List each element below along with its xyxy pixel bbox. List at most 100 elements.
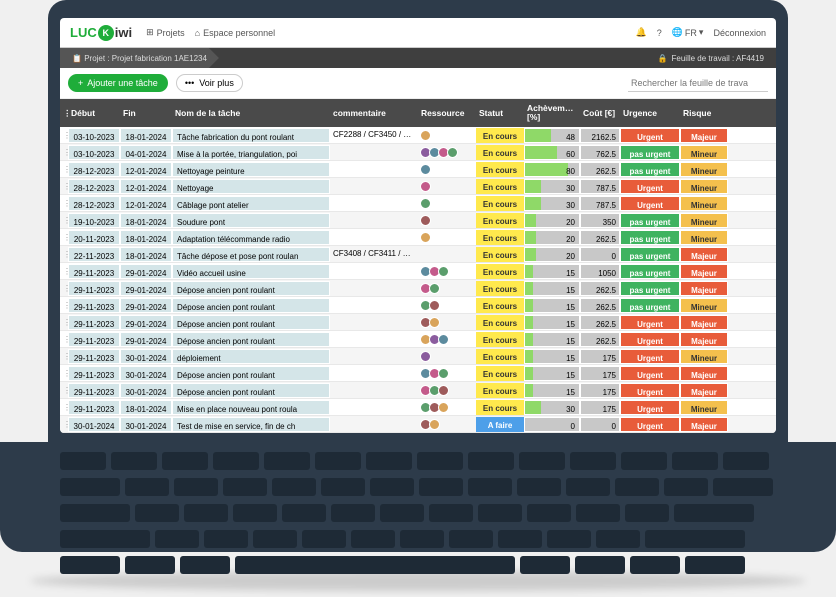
search-input[interactable] [628,75,768,92]
cell-fin[interactable]: 30-01-2024 [120,349,172,364]
cell-risk[interactable]: Majeur [680,383,728,398]
cell-debut[interactable]: 29-11-2023 [68,281,120,296]
cell-cost[interactable]: 262.5 [580,230,620,245]
cell-resource[interactable] [418,266,476,277]
cell-resource[interactable] [418,368,476,379]
cell-achievement[interactable]: 80 [524,162,580,177]
table-row[interactable]: ⋮29-11-202330-01-2024Dépose ancien pont … [60,365,776,382]
grip-icon[interactable]: ⋮ [60,180,68,193]
cell-urgency[interactable]: Urgent [620,349,680,364]
cell-comm[interactable] [330,145,418,160]
table-row[interactable]: ⋮29-11-202329-01-2024Dépose ancien pont … [60,331,776,348]
cell-risk[interactable]: Majeur [680,128,728,143]
cell-risk[interactable]: Majeur [680,332,728,347]
grip-icon[interactable]: ⋮ [60,367,68,380]
cell-urgency[interactable]: pas urgent [620,213,680,228]
cell-comm[interactable] [330,349,418,364]
cell-risk[interactable]: Mineur [680,213,728,228]
cell-urgency[interactable]: Urgent [620,400,680,415]
cell-comm[interactable] [330,383,418,398]
grip-icon[interactable]: ⋮ [60,163,68,176]
cell-debut[interactable]: 29-11-2023 [68,383,120,398]
cell-nom[interactable]: Câblage pont atelier [172,196,330,211]
cell-fin[interactable]: 18-01-2024 [120,213,172,228]
col-debut[interactable]: Début [68,106,120,120]
cell-risk[interactable]: Mineur [680,162,728,177]
grip-icon[interactable]: ⋮ [60,333,68,346]
cell-debut[interactable]: 28-12-2023 [68,196,120,211]
cell-comm[interactable] [330,332,418,347]
cell-cost[interactable]: 262.5 [580,281,620,296]
cell-fin[interactable]: 29-01-2024 [120,264,172,279]
cell-debut[interactable]: 30-01-2024 [68,417,120,432]
cell-status[interactable]: En cours [476,162,524,177]
table-row[interactable]: ⋮29-11-202330-01-2024Dépose ancien pont … [60,382,776,399]
cell-debut[interactable]: 29-11-2023 [68,264,120,279]
cell-fin[interactable]: 18-01-2024 [120,400,172,415]
table-row[interactable]: ⋮29-11-202318-01-2024Mise en place nouve… [60,399,776,416]
cell-achievement[interactable]: 15 [524,281,580,296]
nav-personal[interactable]: ⌂ Espace personnel [195,27,276,38]
cell-achievement[interactable]: 15 [524,264,580,279]
cell-debut[interactable]: 03-10-2023 [68,145,120,160]
cell-debut[interactable]: 20-11-2023 [68,230,120,245]
cell-comm[interactable] [330,417,418,432]
grip-icon[interactable]: ⋮ [60,197,68,210]
cell-fin[interactable]: 12-01-2024 [120,196,172,211]
cell-comm[interactable] [330,315,418,330]
cell-nom[interactable]: Dépose ancien pont roulant [172,332,330,347]
table-row[interactable]: ⋮29-11-202329-01-2024Dépose ancien pont … [60,297,776,314]
logo[interactable]: LUC K iwi [70,25,132,41]
cell-achievement[interactable]: 20 [524,247,580,262]
cell-status[interactable]: En cours [476,349,524,364]
cell-status[interactable]: En cours [476,281,524,296]
cell-resource[interactable] [418,317,476,328]
cell-urgency[interactable]: Urgent [620,383,680,398]
cell-risk[interactable]: Mineur [680,179,728,194]
cell-status[interactable]: En cours [476,179,524,194]
grip-icon[interactable]: ⋮ [60,418,68,431]
cell-comm[interactable] [330,230,418,245]
cell-risk[interactable]: Majeur [680,264,728,279]
more-button[interactable]: ••• Voir plus [176,74,243,92]
cell-risk[interactable]: Mineur [680,145,728,160]
cell-risk[interactable]: Majeur [680,366,728,381]
cell-nom[interactable]: Dépose ancien pont roulant [172,383,330,398]
cell-comm[interactable] [330,366,418,381]
cell-comm[interactable] [330,196,418,211]
cell-risk[interactable]: Majeur [680,247,728,262]
cell-status[interactable]: En cours [476,366,524,381]
cell-urgency[interactable]: pas urgent [620,162,680,177]
grip-icon[interactable]: ⋮ [60,248,68,261]
cell-cost[interactable]: 175 [580,400,620,415]
cell-nom[interactable]: Adaptation télécommande radio [172,230,330,245]
cell-resource[interactable] [418,215,476,226]
cell-achievement[interactable]: 20 [524,230,580,245]
table-row[interactable]: ⋮03-10-202304-01-2024Mise à la portée, t… [60,144,776,161]
cell-achievement[interactable]: 48 [524,128,580,143]
cell-urgency[interactable]: pas urgent [620,281,680,296]
cell-resource[interactable] [418,351,476,362]
cell-resource[interactable] [418,385,476,396]
cell-urgency[interactable]: pas urgent [620,230,680,245]
cell-resource[interactable] [418,164,476,175]
cell-achievement[interactable]: 15 [524,349,580,364]
cell-urgency[interactable]: Urgent [620,128,680,143]
cell-risk[interactable]: Mineur [680,298,728,313]
cell-urgency[interactable]: Urgent [620,417,680,432]
grip-icon[interactable]: ⋮ [60,350,68,363]
grip-icon[interactable]: ⋮ [60,214,68,227]
cell-nom[interactable]: Dépose ancien pont roulant [172,281,330,296]
cell-fin[interactable]: 29-01-2024 [120,332,172,347]
table-row[interactable]: ⋮29-11-202329-01-2024Dépose ancien pont … [60,314,776,331]
cell-resource[interactable] [418,232,476,243]
cell-resource[interactable] [418,130,476,141]
cell-fin[interactable]: 04-01-2024 [120,145,172,160]
cell-resource[interactable] [418,198,476,209]
cell-urgency[interactable]: Urgent [620,196,680,211]
cell-status[interactable]: En cours [476,196,524,211]
grip-icon[interactable]: ⋮ [60,299,68,312]
cell-resource[interactable] [418,181,476,192]
cell-fin[interactable]: 30-01-2024 [120,417,172,432]
col-res[interactable]: Ressource [418,106,476,120]
